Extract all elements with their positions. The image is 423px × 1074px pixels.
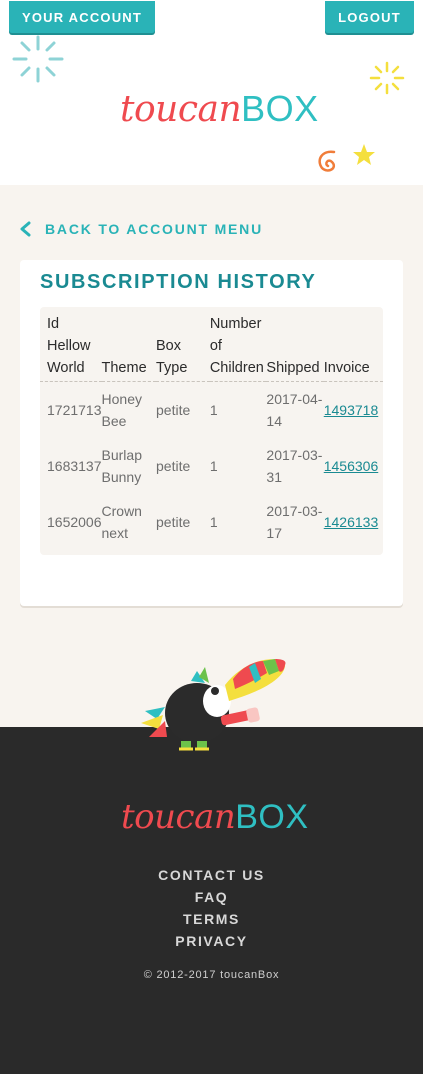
col-header-shipped: Shipped <box>266 307 324 382</box>
chevron-left-icon <box>20 221 31 237</box>
footer-link-privacy[interactable]: PRIVACY <box>0 930 423 952</box>
back-link-label: BACK TO ACCOUNT MENU <box>45 221 263 237</box>
cell-invoice: 1456306 <box>324 438 383 494</box>
cell-box-type: petite <box>156 458 191 474</box>
footer-logo[interactable]: toucan BOX <box>121 797 309 837</box>
col-header-invoice: Invoice <box>323 307 383 382</box>
cell-shipped: 2017-04-14 <box>266 391 323 429</box>
site-footer: toucan BOX CONTACT US FAQ TERMS PRIVACY … <box>0 727 423 1074</box>
subscription-table: Id Hellow World Theme Box Type Number of… <box>40 307 383 550</box>
footer-nav: CONTACT US FAQ TERMS PRIVACY <box>0 864 423 952</box>
subscription-history-card: SUBSCRIPTION HISTORY Id Hellow World The… <box>20 260 403 606</box>
footer-link-faq[interactable]: FAQ <box>0 886 423 908</box>
invoice-link[interactable]: 1426133 <box>324 514 379 530</box>
invoice-link[interactable]: 1493718 <box>324 402 379 418</box>
main-content: BACK TO ACCOUNT MENU SUBSCRIPTION HISTOR… <box>0 185 423 727</box>
col-header-box-type: Box Type <box>156 307 210 382</box>
table-row: 1721713 Honey Bee petite 1 2017-04-14 14… <box>40 382 383 439</box>
invoice-link[interactable]: 1456306 <box>324 458 379 474</box>
site-header: YOUR ACCOUNT LOGOUT toucan BOX <box>0 0 423 185</box>
your-account-button[interactable]: YOUR ACCOUNT <box>9 1 155 33</box>
cell-children: 1 <box>209 514 218 530</box>
table-header-row: Id Hellow World Theme Box Type Number of… <box>40 307 383 382</box>
cell-invoice: 1426133 <box>324 494 383 550</box>
copyright-text: © 2012-2017 toucanBox <box>143 969 280 981</box>
table-row: 1652006 Crown next petite 1 2017-03-17 1… <box>40 494 383 550</box>
cell-shipped: 2017-03-31 <box>266 447 323 485</box>
cell-shipped: 2017-03-17 <box>266 503 323 541</box>
footer-link-terms[interactable]: TERMS <box>0 908 423 930</box>
cell-id: 1683137 <box>47 458 102 474</box>
logo-box-text: BOX <box>241 88 319 129</box>
cell-id: 1721713 <box>47 402 102 418</box>
cell-theme: Burlap Bunny <box>101 447 142 485</box>
cell-invoice: 1493718 <box>324 382 383 439</box>
table-row: 1683137 Burlap Bunny petite 1 2017-03-31… <box>40 438 383 494</box>
cell-children: 1 <box>209 458 218 474</box>
swirl-and-star-icon <box>318 144 375 172</box>
logo-box-text: BOX <box>235 798 309 836</box>
logo-toucan-text: toucan <box>120 89 242 130</box>
cell-box-type: petite <box>156 402 191 418</box>
cell-theme: Honey Bee <box>101 391 142 429</box>
sparkle-burst-icon <box>369 61 405 95</box>
cell-children: 1 <box>209 402 218 418</box>
logout-button[interactable]: LOGOUT <box>325 1 414 33</box>
toucan-mascot-illustration <box>141 659 286 751</box>
logo-toucan-text: toucan <box>121 797 236 837</box>
col-header-id: Id Hellow World <box>40 307 102 382</box>
header-logo[interactable]: toucan BOX <box>120 88 319 130</box>
cell-theme: Crown next <box>101 503 142 541</box>
footer-link-contact-us[interactable]: CONTACT US <box>0 864 423 886</box>
back-to-account-menu-link[interactable]: BACK TO ACCOUNT MENU <box>18 219 263 239</box>
cell-box-type: petite <box>156 514 191 530</box>
sparkle-burst-icon <box>12 35 64 83</box>
cell-id: 1652006 <box>47 514 102 530</box>
col-header-number-of-children: Number of Children <box>209 307 267 382</box>
subscription-table-wrapper: Id Hellow World Theme Box Type Number of… <box>40 307 383 555</box>
section-title: SUBSCRIPTION HISTORY <box>40 271 317 293</box>
col-header-theme: Theme <box>101 307 156 382</box>
